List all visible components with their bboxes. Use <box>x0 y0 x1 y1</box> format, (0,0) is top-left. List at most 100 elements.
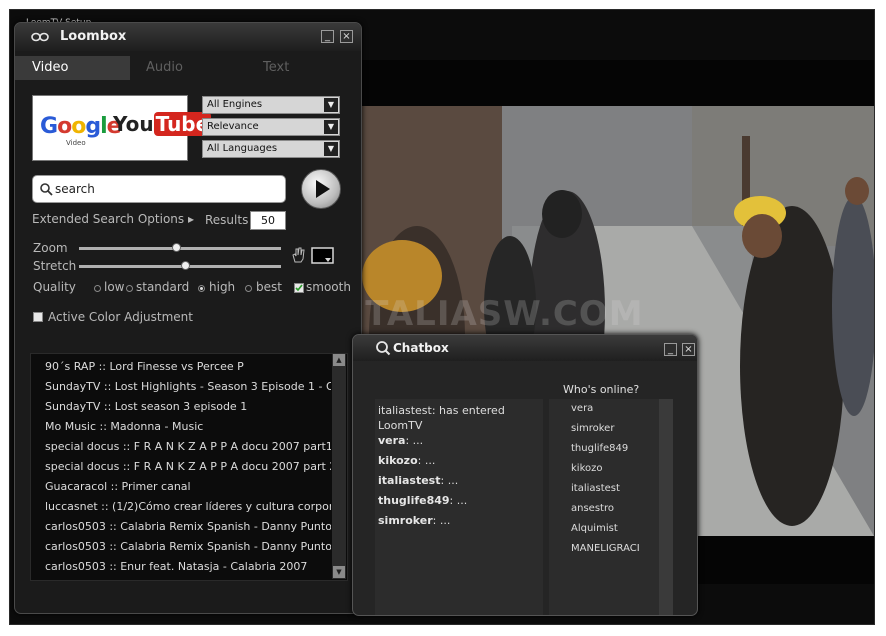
chevron-down-icon[interactable]: ▼ <box>324 142 338 156</box>
zoom-slider[interactable] <box>79 243 281 252</box>
play-search-button[interactable] <box>301 169 341 209</box>
list-item[interactable]: luccasnet :: (1/2)Cómo crear líderes y c… <box>45 498 331 516</box>
chat-username[interactable]: simroker <box>378 514 433 527</box>
stretch-slider[interactable] <box>79 261 281 270</box>
tab-text[interactable]: Text <box>263 56 289 80</box>
online-users-list: vera simroker thuglife849 kikozo italiastest… <box>549 399 673 615</box>
smooth-checkbox[interactable] <box>294 283 304 293</box>
search-input[interactable] <box>55 180 275 198</box>
close-button[interactable]: × <box>340 30 353 43</box>
language-select[interactable]: All Languages ▼ <box>202 140 340 158</box>
screen-fit-icon[interactable] <box>311 247 335 265</box>
results-count-input[interactable]: 50 <box>250 211 286 230</box>
chatbox-title-bar[interactable]: Chatbox _ × <box>353 335 697 361</box>
youtube-you-text: You <box>113 112 154 136</box>
list-item[interactable]: SundayTV :: Lost season 3 episode 1 <box>45 398 331 416</box>
language-select-value: All Languages <box>207 143 278 154</box>
results-label: Results <box>205 213 249 227</box>
results-scrollbar[interactable]: ▲ ▼ <box>332 353 346 579</box>
chat-username[interactable]: italiastest <box>378 474 441 487</box>
sort-select[interactable]: Relevance ▼ <box>202 118 340 136</box>
list-item[interactable]: Guacaracol :: Primer canal <box>45 478 331 496</box>
list-item[interactable]: carlos0503 :: Calabria Remix Spanish - D… <box>45 538 331 556</box>
scroll-up-icon[interactable]: ▲ <box>333 354 345 366</box>
google-video-sublabel: Video <box>66 139 86 147</box>
online-user[interactable]: italiastest <box>571 483 620 494</box>
quality-standard-radio[interactable] <box>126 285 133 292</box>
checkmark-icon <box>295 284 303 292</box>
play-icon <box>316 180 330 198</box>
search-source-logo[interactable]: Google Video You Tube <box>32 95 212 161</box>
chat-message: kikozo: ... <box>378 453 544 468</box>
youtube-logo: You Tube <box>113 112 212 136</box>
quality-best-radio[interactable] <box>245 285 252 292</box>
stretch-label: Stretch <box>33 259 77 273</box>
minimize-button[interactable]: _ <box>321 30 334 43</box>
search-icon <box>40 183 53 196</box>
search-box[interactable] <box>32 175 286 203</box>
smooth-label[interactable]: smooth <box>306 280 351 294</box>
online-user[interactable]: Alquimist <box>571 523 618 534</box>
online-user[interactable]: thuglife849 <box>571 443 628 454</box>
quality-high-label[interactable]: high <box>209 280 235 294</box>
chatbox-close-button[interactable]: × <box>682 343 695 356</box>
quality-high-radio[interactable] <box>198 285 205 292</box>
chat-text: : ... <box>417 454 436 467</box>
chat-message: vera: ... <box>378 433 544 448</box>
chat-username[interactable]: thuglife849 <box>378 494 450 507</box>
list-item[interactable]: SundayTV :: Lost Highlights - Season 3 E… <box>45 378 331 396</box>
loom-logo-icon <box>31 32 49 42</box>
chat-text: : ... <box>440 474 459 487</box>
online-user[interactable]: ansestro <box>571 503 614 514</box>
quality-standard-label[interactable]: standard <box>136 280 189 294</box>
scroll-down-icon[interactable]: ▼ <box>333 566 345 578</box>
quality-best-label[interactable]: best <box>256 280 282 294</box>
engine-select[interactable]: All Engines ▼ <box>202 96 340 114</box>
online-user[interactable]: simroker <box>571 423 614 434</box>
online-user[interactable]: vera <box>571 403 593 414</box>
quality-low-label[interactable]: low <box>104 280 125 294</box>
chat-message: simroker: ... <box>378 513 544 528</box>
chat-message: italiastest: ... <box>378 473 544 488</box>
color-adjust-checkbox[interactable] <box>33 312 43 322</box>
list-item[interactable]: Mo Music :: Madonna - Music <box>45 418 331 436</box>
list-item[interactable]: special docus :: F R A N K Z A P P A doc… <box>45 438 331 456</box>
chatbox-minimize-button[interactable]: _ <box>664 343 677 356</box>
search-icon <box>376 341 391 356</box>
zoom-label: Zoom <box>33 241 68 255</box>
tab-audio[interactable]: Audio <box>146 56 183 80</box>
color-adjust-label[interactable]: Active Color Adjustment <box>48 310 193 324</box>
online-user[interactable]: kikozo <box>571 463 603 474</box>
tab-bar: Video Audio Text <box>15 56 361 80</box>
chat-messages: italiastest: has entered LoomTV vera: ...… <box>375 399 543 615</box>
extended-search-link[interactable]: Extended Search Options ▸ <box>32 212 194 226</box>
online-scrollbar[interactable] <box>659 399 673 615</box>
chevron-down-icon[interactable]: ▼ <box>324 98 338 112</box>
list-item[interactable]: carlos0503 :: Enur feat. Natasja - Calab… <box>45 558 331 576</box>
loombox-window: Loombox _ × Video Audio Text Google Vide… <box>14 22 362 614</box>
quality-low-radio[interactable] <box>94 285 101 292</box>
list-item[interactable]: 90´s RAP :: Lord Finesse vs Percee P <box>45 358 331 376</box>
chat-username[interactable]: vera <box>378 434 405 447</box>
online-user[interactable]: MANELIGRACI <box>571 543 640 554</box>
list-item[interactable]: carlos0503 :: Calabria Remix Spanish - D… <box>45 518 331 536</box>
chat-text: : ... <box>449 494 468 507</box>
online-header: Who's online? <box>563 383 640 396</box>
title-bar[interactable]: Loombox _ × <box>15 23 361 51</box>
google-logo: Google <box>40 114 122 139</box>
results-list: 90´s RAP :: Lord Finesse vs Percee PSund… <box>30 353 348 581</box>
list-item[interactable]: special docus :: F R A N K Z A P P A doc… <box>45 458 331 476</box>
window-title: Loombox <box>60 29 127 44</box>
zoom-slider-handle[interactable] <box>172 243 181 252</box>
sort-select-value: Relevance <box>207 121 259 132</box>
chat-text: : ... <box>432 514 451 527</box>
tab-video[interactable]: Video <box>15 56 130 80</box>
quality-label: Quality <box>33 280 76 294</box>
chatbox-title: Chatbox <box>393 341 449 355</box>
chevron-down-icon[interactable]: ▼ <box>324 120 338 134</box>
chat-message: thuglife849: ... <box>378 493 544 508</box>
hand-pan-icon[interactable] <box>291 247 305 263</box>
stretch-slider-handle[interactable] <box>181 261 190 270</box>
chat-text: italiastest: has entered LoomTV <box>378 404 505 432</box>
chat-username[interactable]: kikozo <box>378 454 418 467</box>
